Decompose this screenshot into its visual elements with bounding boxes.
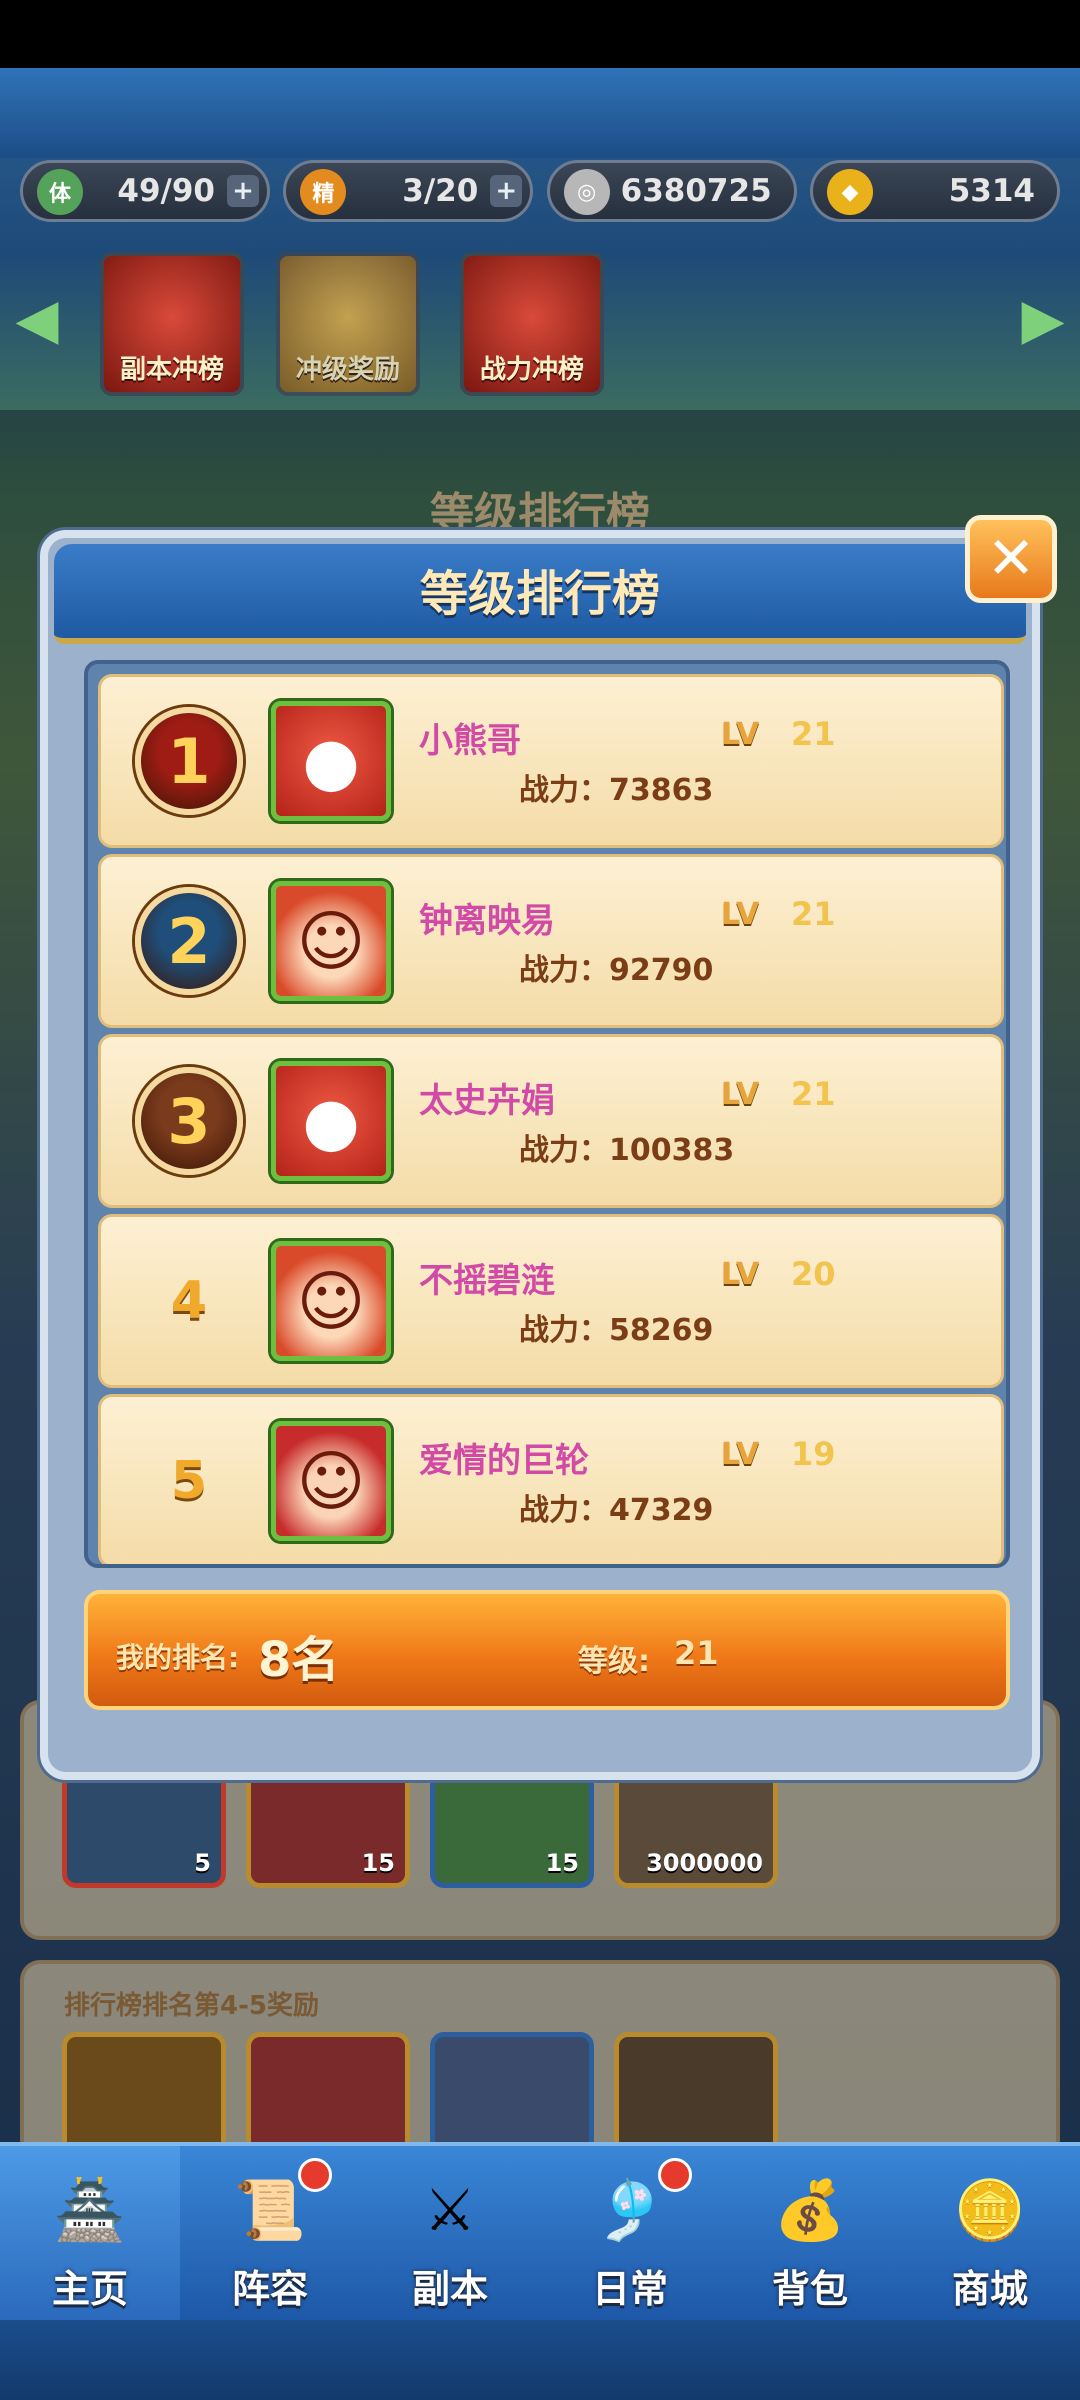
rank-row[interactable]: 2 ☺ 钟离映易 LV 21 战力：92790 <box>98 854 1004 1028</box>
player-name: 太史卉娟 <box>419 1081 555 1121</box>
nav-item-4[interactable]: 🎐 日常 <box>540 2146 720 2324</box>
notification-badge <box>298 2158 332 2192</box>
gold-ingot-icon: ◆ <box>826 169 873 215</box>
rank-row[interactable]: 1 ● 小熊哥 LV 21 战力：73863 <box>98 674 1004 848</box>
nav-label: 背包 <box>771 2267 848 2311</box>
rank-row[interactable]: 5 ☺ 爱情的巨轮 LV 19 战力：47329 <box>98 1394 1004 1564</box>
level-label: LV <box>721 1077 760 1112</box>
status-bar <box>0 0 1080 68</box>
player-name: 不摇碧涟 <box>419 1261 555 1301</box>
resource-bar: 体 49/90 + 精 3/20 + ◎ 6380725 ◆ 5314 <box>20 160 1060 228</box>
nav-item-5[interactable]: 💰 背包 <box>720 2146 900 2324</box>
my-rank-value: 8名 <box>258 1632 340 1688</box>
my-rank-bar: 我的排名: 8名 等级: 21 <box>84 1590 1010 1710</box>
rank-row[interactable]: 3 ● 太史卉娟 LV 21 战力：100383 <box>98 1034 1004 1208</box>
rank-medal-icon: 3 <box>135 1067 243 1175</box>
power-value: 战力：47329 <box>519 1493 714 1528</box>
resource-pill: ◆ 5314 <box>809 160 1060 222</box>
stamina-icon: 体 <box>37 169 83 215</box>
rank-row[interactable]: 4 ☺ 不摇碧涟 LV 20 战力：58269 <box>98 1214 1004 1388</box>
event-level-reward[interactable]: 冲级奖励 <box>276 252 420 396</box>
event-label: 副本冲榜 <box>119 355 224 385</box>
level-label: LV <box>721 897 760 932</box>
my-rank-label: 我的排名: <box>116 1641 240 1674</box>
my-level-label: 等级: <box>578 1644 650 1679</box>
power-value: 战力：92790 <box>519 953 714 988</box>
resource-pill: ◎ 6380725 <box>546 160 797 222</box>
coin-icon: ◎ <box>563 169 610 215</box>
event-dungeon-rush[interactable]: 副本冲榜 <box>100 252 244 396</box>
nav-label: 阵容 <box>231 2267 308 2311</box>
level-label: LV <box>721 1437 760 1472</box>
bag-icon: 💰 <box>773 2175 847 2244</box>
ranking-list[interactable]: 1 ● 小熊哥 LV 21 战力：73863 2 ☺ 钟离映易 LV 21 战力：92790 3 ● 太史卉… <box>84 660 1010 1568</box>
resource-value: 6380725 <box>620 173 772 209</box>
player-name: 钟离映易 <box>419 901 555 941</box>
nav-item-6[interactable]: 🪙 商城 <box>900 2146 1080 2324</box>
nav-item-2[interactable]: 📜 阵容 <box>180 2146 360 2324</box>
event-power-rush[interactable]: 战力冲榜 <box>460 252 604 396</box>
level-label: LV <box>721 1257 760 1292</box>
level-value: 21 <box>791 895 836 933</box>
avatar[interactable]: ● <box>271 701 391 821</box>
close-button[interactable]: ✕ <box>965 515 1057 603</box>
plus-icon[interactable]: + <box>490 175 523 207</box>
power-value: 战力：73863 <box>519 773 714 808</box>
player-name: 爱情的巨轮 <box>419 1441 589 1481</box>
my-level-value: 21 <box>674 1634 719 1672</box>
plus-icon[interactable]: + <box>227 175 259 207</box>
avatar[interactable]: ● <box>271 1061 391 1181</box>
bottom-nav: 🏯 主页 📜 阵容 ⚔ 副本 🎐 日常 💰 背包 🪙 商城 <box>0 2142 1080 2324</box>
event-tabs: 副本冲榜 冲级奖励 战力冲榜 <box>0 240 1080 410</box>
nav-label: 主页 <box>51 2267 128 2311</box>
power-value: 战力：100383 <box>519 1133 735 1168</box>
avatar[interactable]: ☺ <box>271 1241 391 1361</box>
event-label: 冲级奖励 <box>295 355 400 385</box>
nav-item-1[interactable]: 🏯 主页 <box>0 2146 180 2324</box>
resource-value: 5314 <box>948 173 1035 209</box>
resource-pill: 体 49/90 + <box>20 160 270 222</box>
resource-value: 3/20 <box>402 173 479 209</box>
nav-item-3[interactable]: ⚔ 副本 <box>360 2146 540 2324</box>
level-value: 19 <box>791 1435 836 1473</box>
home-palace-icon: 🏯 <box>53 2175 127 2244</box>
nav-label: 日常 <box>591 2267 668 2311</box>
level-value: 21 <box>791 1075 836 1113</box>
resource-value: 49/90 <box>117 173 215 209</box>
level-value: 21 <box>791 715 836 753</box>
nav-label: 商城 <box>951 2267 1028 2311</box>
shop-coins-icon: 🪙 <box>953 2175 1027 2244</box>
level-label: LV <box>721 717 760 752</box>
spirit-flame-icon: 精 <box>300 169 347 215</box>
avatar[interactable]: ☺ <box>271 881 391 1001</box>
rank-number: 4 <box>170 1271 208 1331</box>
rank-medal-icon: 1 <box>135 707 243 815</box>
top-banner <box>0 68 1080 158</box>
rank-number: 5 <box>170 1451 208 1511</box>
event-label: 战力冲榜 <box>479 355 584 385</box>
dungeon-swords-icon: ⚔ <box>424 2176 476 2244</box>
level-value: 20 <box>791 1255 836 1293</box>
reward-section-title: 排行榜排名第4-5奖励 <box>64 1991 319 2021</box>
power-value: 战力：58269 <box>519 1313 714 1348</box>
resource-pill: 精 3/20 + <box>283 160 534 222</box>
rank-medal-icon: 2 <box>135 887 243 995</box>
notification-badge <box>658 2158 692 2192</box>
avatar[interactable]: ☺ <box>271 1421 391 1541</box>
ranking-modal: 等级排行榜 1 ● 小熊哥 LV 21 战力：73863 2 ☺ 钟离映易 LV 21 战力：9279… <box>40 530 1040 1780</box>
player-name: 小熊哥 <box>419 721 521 761</box>
modal-title: 等级排行榜 <box>54 544 1026 644</box>
nav-label: 副本 <box>411 2267 488 2311</box>
footer-strip <box>0 2320 1080 2400</box>
